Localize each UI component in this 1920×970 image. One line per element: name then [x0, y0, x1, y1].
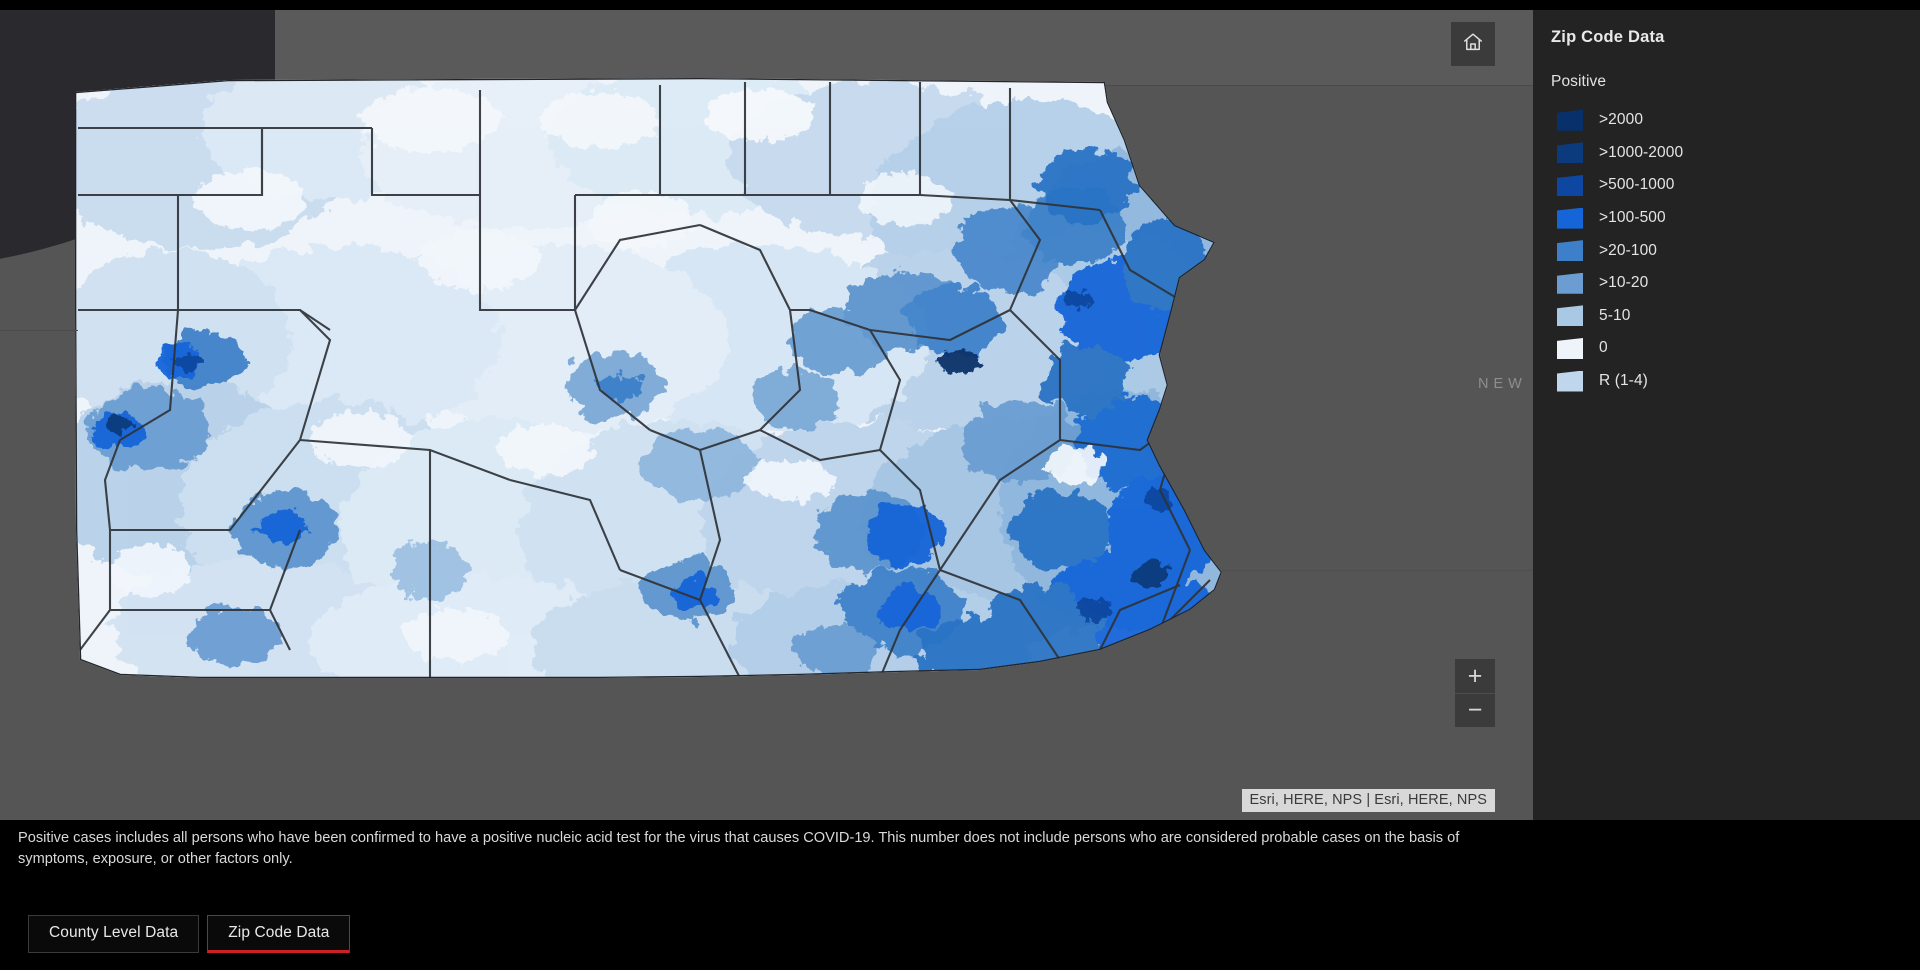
legend-item-label: >1000-2000	[1599, 143, 1684, 161]
legend-swatch-icon	[1557, 305, 1583, 327]
pennsylvania-choropleth[interactable]	[0, 10, 1533, 820]
legend-swatch-icon	[1557, 109, 1583, 131]
legend-item-label: >20-100	[1599, 241, 1658, 259]
legend-item[interactable]: >2000	[1551, 104, 1920, 137]
tab-bar: County Level Data Zip Code Data	[0, 908, 1920, 970]
legend-title: Zip Code Data	[1551, 28, 1665, 46]
legend-item[interactable]: >10-20	[1551, 267, 1920, 300]
zoom-out-button[interactable]: −	[1455, 693, 1495, 727]
legend-item[interactable]: R (1-4)	[1551, 365, 1920, 398]
legend-swatch-icon	[1557, 207, 1583, 229]
legend-item[interactable]: >20-100	[1551, 234, 1920, 267]
basemap-road	[0, 330, 78, 331]
tab-county-level-data[interactable]: County Level Data	[28, 915, 200, 953]
legend-swatch-icon	[1557, 272, 1583, 294]
legend-swatch-icon	[1557, 174, 1583, 196]
tab-strip: County Level Data Zip Code Data	[28, 915, 351, 953]
legend-item-label: >500-1000	[1599, 176, 1675, 194]
legend-item[interactable]: >500-1000	[1551, 169, 1920, 202]
legend-item-label: 5-10	[1599, 306, 1631, 324]
basemap-road	[1222, 570, 1533, 571]
legend-item-label: >10-20	[1599, 274, 1649, 292]
legend-swatch-icon	[1557, 370, 1583, 392]
legend-item-label: 0	[1599, 339, 1608, 357]
legend-swatch-icon	[1557, 142, 1583, 164]
legend-swatch-icon	[1557, 337, 1583, 359]
legend-item[interactable]: >1000-2000	[1551, 137, 1920, 170]
map-attribution: Esri, HERE, NPS | Esri, HERE, NPS	[1241, 789, 1495, 812]
covid-dashboard: NEW + − Esri, HERE, NPS | Esri, HERE, NP…	[0, 0, 1920, 970]
legend-field-label: Positive	[1551, 73, 1607, 90]
legend-item-label: >2000	[1599, 111, 1644, 129]
legend-panel: Zip Code Data Positive >2000 >1000-2000 …	[1533, 10, 1920, 820]
home-icon	[1462, 31, 1484, 58]
zoom-in-button[interactable]: +	[1455, 659, 1495, 693]
footnote-text: Positive cases includes all persons who …	[18, 830, 1460, 867]
map-panel[interactable]: NEW + − Esri, HERE, NPS | Esri, HERE, NP…	[0, 10, 1533, 820]
state-label-new: NEW	[1478, 376, 1527, 392]
legend-item[interactable]: 5-10	[1551, 300, 1920, 333]
zoom-controls[interactable]: + −	[1455, 659, 1495, 727]
home-button[interactable]	[1451, 22, 1495, 66]
tab-zip-code-data[interactable]: Zip Code Data	[207, 915, 351, 953]
legend-item[interactable]: 0	[1551, 332, 1920, 365]
legend-swatch-icon	[1557, 240, 1583, 262]
legend-item-label: R (1-4)	[1599, 372, 1648, 390]
legend-item-label: >100-500	[1599, 209, 1666, 227]
legend-item[interactable]: >100-500	[1551, 202, 1920, 235]
